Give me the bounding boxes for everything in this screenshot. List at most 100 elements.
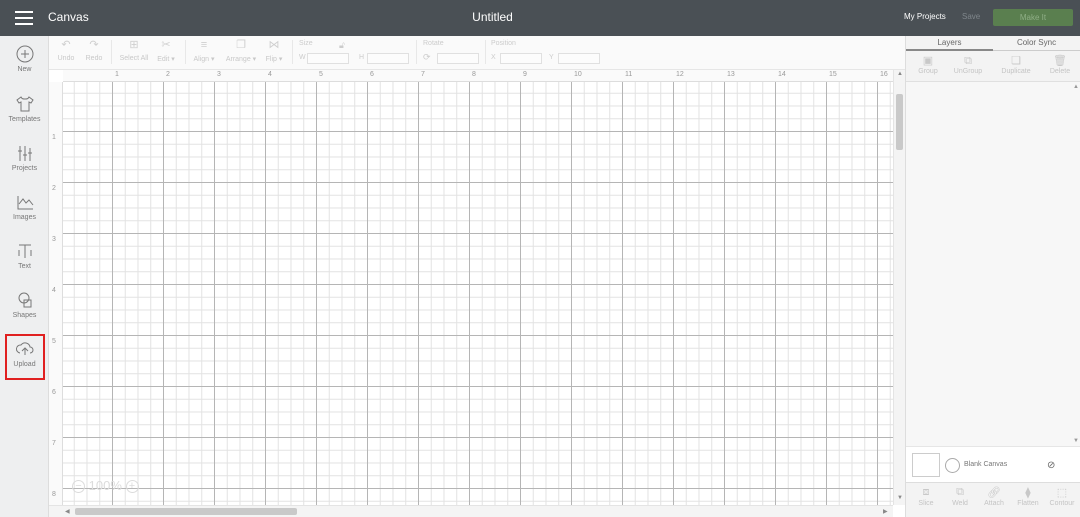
trash-icon: 🗑︎ <box>1053 55 1067 67</box>
ruler-top-label: 14 <box>778 71 786 78</box>
scroll-down-icon[interactable]: ▼ <box>897 495 903 501</box>
zoom-in-button[interactable]: + <box>125 480 139 494</box>
flip-dropdown[interactable]: ⋈ Flip ▾ <box>261 39 287 63</box>
top-bar: Canvas Untitled My Projects Save Make It <box>0 0 1080 36</box>
duplicate-button[interactable]: ❏ Duplicate <box>994 54 1038 75</box>
zoom-out-button[interactable]: − <box>72 480 85 494</box>
text-icon <box>18 244 31 258</box>
tab-layers[interactable]: Layers <box>906 38 993 51</box>
width-prefix: W <box>299 54 306 61</box>
weld-icon: ⧉ <box>956 486 964 498</box>
sidebar-item-new[interactable]: New <box>0 44 49 90</box>
ruler-top-label: 7 <box>421 71 425 78</box>
vertical-scrollbar[interactable]: ▲ ▼ <box>893 70 905 505</box>
ruler-left-label: 5 <box>52 338 56 345</box>
sidebar-item-label: New <box>17 66 32 73</box>
ruler-top-label: 10 <box>574 71 582 78</box>
ruler-top-label: 11 <box>625 71 633 78</box>
width-input[interactable] <box>307 53 349 64</box>
group-icon: ▣ <box>922 55 934 67</box>
scroll-up-icon[interactable]: ▲ <box>897 71 903 77</box>
flip-icon: ⋈ <box>268 39 280 51</box>
ruler-top-label: 9 <box>523 71 527 78</box>
blank-canvas-label: Blank Canvas <box>964 461 1008 468</box>
divider <box>185 40 186 64</box>
contour-icon: ⬚ <box>1056 487 1068 499</box>
sidebar-item-text[interactable]: Text <box>0 241 49 287</box>
slice-button[interactable]: ⧈ Slice <box>910 486 942 507</box>
divider <box>416 40 417 64</box>
plus-circle-icon <box>16 45 33 63</box>
rotate-icon: ⟳ <box>423 52 431 62</box>
rotate-input[interactable] <box>437 53 479 64</box>
contour-button[interactable]: ⬚ Contour <box>1046 486 1078 507</box>
ruler-top-label: 13 <box>727 71 735 78</box>
redo-button[interactable]: ↷ Redo <box>83 39 105 62</box>
ruler-left-label: 3 <box>52 236 56 243</box>
flatten-button[interactable]: ⧫ Flatten <box>1012 486 1044 507</box>
scroll-up-icon[interactable]: ▲ <box>1073 84 1079 90</box>
layers-panel: Layers Color Sync ▣ Group ⧉ UnGroup ❏ Dupli… <box>905 36 1080 517</box>
edit-dropdown[interactable]: ✂ Edit ▾ <box>153 39 179 63</box>
sidebar-item-images[interactable]: Images <box>0 192 49 238</box>
layer-list[interactable]: ▲ ▼ <box>906 82 1080 452</box>
slice-icon: ⧈ <box>922 486 930 498</box>
height-input[interactable] <box>367 53 409 64</box>
sidebar-item-label: Projects <box>11 165 38 172</box>
horizontal-scrollbar[interactable]: ◀ ▶ <box>49 505 893 517</box>
ruler-left-label: 4 <box>52 287 56 294</box>
tab-color-sync[interactable]: Color Sync <box>993 38 1080 47</box>
ruler-top-label: 1 <box>115 71 119 78</box>
attach-button[interactable]: 🔗︎ Attach <box>978 486 1010 507</box>
scroll-left-icon[interactable]: ◀ <box>65 508 70 515</box>
weld-button[interactable]: ⧉ Weld <box>944 486 976 507</box>
ruler-top-label: 8 <box>472 71 476 78</box>
ruler-left-label: 2 <box>52 185 56 192</box>
horizontal-ruler: 1 2 3 4 5 6 7 8 9 10 11 12 13 14 15 16 <box>63 70 893 82</box>
make-it-button[interactable]: Make It <box>993 9 1073 26</box>
delete-button[interactable]: 🗑︎ Delete <box>1038 54 1080 75</box>
canvas-grid[interactable] <box>63 82 893 505</box>
upload-highlight-box <box>5 334 45 380</box>
ruler-left-label: 1 <box>52 134 56 141</box>
scroll-right-icon[interactable]: ▶ <box>883 508 888 515</box>
height-prefix: H <box>359 54 365 61</box>
align-dropdown[interactable]: ≡ Align ▾ <box>189 39 219 63</box>
ruler-left-label: 6 <box>52 389 56 396</box>
scroll-down-icon[interactable]: ▼ <box>1073 438 1079 444</box>
duplicate-icon: ❏ <box>1011 55 1021 67</box>
ruler-top-label: 16 <box>880 71 888 78</box>
edit-toolbar: ↶ Undo ↷ Redo ⊞ Select All ✂ Edit ▾ ≡ Align ▾… <box>49 36 905 70</box>
ruler-top-label: 6 <box>370 71 374 78</box>
y-prefix: Y <box>549 54 554 61</box>
position-label: Position <box>491 40 516 47</box>
arrange-dropdown[interactable]: ❐ Arrange ▾ <box>221 39 261 63</box>
ungroup-icon: ⧉ <box>964 55 972 67</box>
select-all-button[interactable]: ⊞ Select All <box>117 39 151 62</box>
divider <box>485 40 486 64</box>
group-button[interactable]: ▣ Group <box>906 54 950 75</box>
save-button[interactable]: Save <box>962 12 980 21</box>
document-title[interactable]: Untitled <box>0 10 985 24</box>
design-canvas[interactable]: 1 2 3 4 5 6 7 8 9 10 11 12 13 14 15 16 12345678 <box>49 70 893 505</box>
bottom-tools: ⧈ Slice ⧉ Weld 🔗︎ Attach ⧫ Flatten ⬚ Contour <box>906 482 1080 517</box>
position-y-input[interactable] <box>558 53 600 64</box>
left-sidebar: New Templates Projects Images Text Shape… <box>0 36 49 517</box>
lock-icon[interactable]: 🔓︎ <box>339 40 345 51</box>
canvas-color-circle[interactable] <box>945 458 960 473</box>
sidebar-item-shapes[interactable]: Shapes <box>0 290 49 336</box>
blank-canvas-row[interactable]: Blank Canvas ⊘ <box>906 446 1080 482</box>
position-x-input[interactable] <box>500 53 542 64</box>
size-label: Size <box>299 40 313 47</box>
sidebar-item-projects[interactable]: Projects <box>0 143 49 189</box>
vertical-scroll-thumb[interactable] <box>896 94 903 150</box>
canvas-color-swatch[interactable] <box>912 453 940 477</box>
projects-icon <box>17 146 32 161</box>
horizontal-scroll-thumb[interactable] <box>75 508 297 515</box>
undo-button[interactable]: ↶ Undo <box>55 39 77 62</box>
ungroup-button[interactable]: ⧉ UnGroup <box>946 54 990 75</box>
sidebar-item-templates[interactable]: Templates <box>0 94 49 140</box>
my-projects-link[interactable]: My Projects <box>904 12 946 21</box>
flatten-icon: ⧫ <box>1025 487 1031 499</box>
eye-hidden-icon[interactable]: ⊘ <box>1047 460 1055 471</box>
